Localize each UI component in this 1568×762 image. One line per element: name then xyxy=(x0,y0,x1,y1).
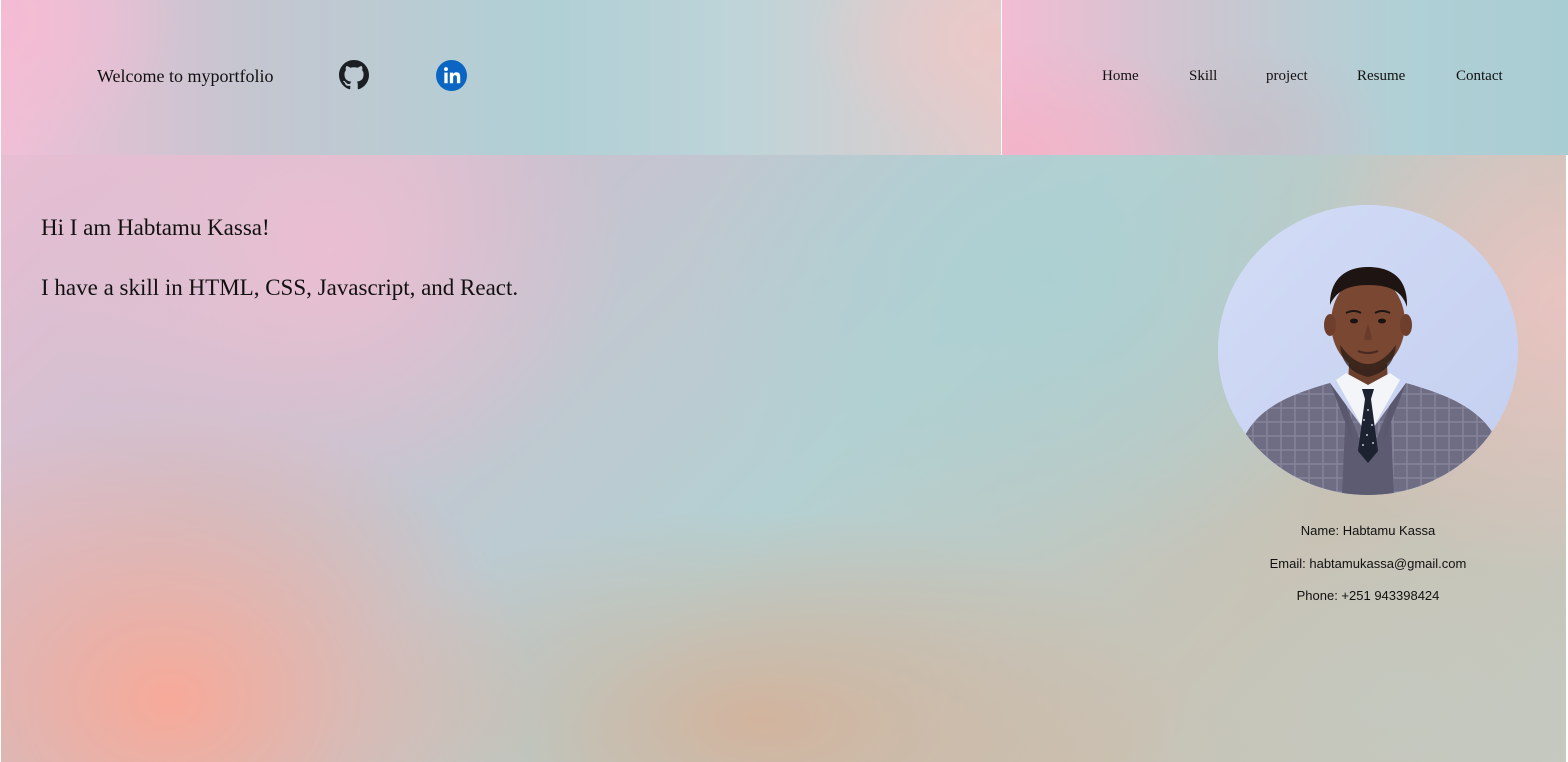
linkedin-link[interactable] xyxy=(436,60,467,91)
nav-skill[interactable]: Skill xyxy=(1189,68,1217,85)
github-icon xyxy=(339,60,369,90)
nav-contact[interactable]: Contact xyxy=(1456,68,1503,85)
profile-photo xyxy=(1218,205,1518,495)
nav-project[interactable]: project xyxy=(1266,68,1308,85)
github-link[interactable] xyxy=(339,60,369,90)
profile-name: Name: Habtamu Kassa xyxy=(1300,523,1436,538)
profile-email: Email: habtamukassa@gmail.com xyxy=(1269,556,1467,571)
profile-phone: Phone: +251 943398424 xyxy=(1296,588,1440,603)
welcome-title: Welcome to myportfolio xyxy=(97,66,274,86)
portfolio-page: Welcome to myportfolio Home Skill projec… xyxy=(0,0,1568,762)
intro-greeting: Hi I am Habtamu Kassa! xyxy=(41,215,270,240)
nav-home[interactable]: Home xyxy=(1102,68,1139,85)
linkedin-icon xyxy=(436,60,467,91)
profile-avatar xyxy=(1218,205,1518,495)
nav-resume[interactable]: Resume xyxy=(1357,68,1405,85)
intro-skills: I have a skill in HTML, CSS, Javascript,… xyxy=(41,275,519,300)
